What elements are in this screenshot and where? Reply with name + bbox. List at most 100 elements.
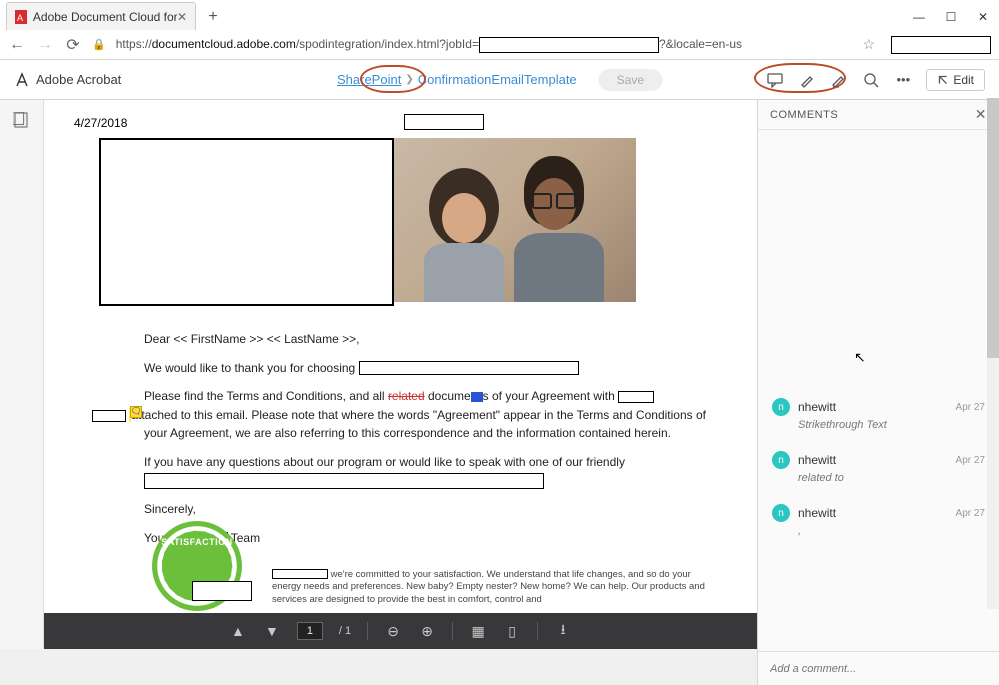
comment-item[interactable]: n nhewitt Apr 27 , (758, 494, 999, 547)
download-icon[interactable]: ⭳ (554, 622, 572, 640)
closing: Sincerely, (144, 500, 707, 519)
url-scheme: https:// (116, 37, 152, 51)
thumbnails-icon[interactable] (13, 112, 31, 130)
comments-panel: COMMENTS ✕ n nhewitt Apr 27 Strikethroug… (757, 100, 999, 685)
url-text[interactable]: https://documentcloud.adobe.com/spodinte… (116, 37, 742, 53)
breadcrumb: SharePoint ❯ ConfirmationEmailTemplate S… (337, 69, 662, 91)
footer-redacted (272, 569, 328, 579)
page-total: / 1 (339, 625, 351, 637)
tab-title: Adobe Document Cloud for Sha (33, 10, 177, 24)
browser-tab[interactable]: A Adobe Document Cloud for Sha ✕ (6, 2, 196, 30)
app-name: Adobe Acrobat (36, 72, 121, 87)
toolbar-redacted (891, 36, 991, 54)
comment-text: related to (798, 472, 985, 484)
comment-text: , (798, 525, 985, 537)
comment-date: Apr 27 (956, 508, 985, 519)
add-comment-bar (758, 651, 999, 685)
divider (367, 622, 368, 640)
badge-text: SATISFACTION (161, 537, 232, 547)
divider (452, 622, 453, 640)
hero-redacted (99, 138, 394, 306)
more-icon[interactable]: ••• (894, 71, 912, 89)
page-up-button[interactable]: ▲ (229, 622, 247, 640)
comment-item[interactable]: n nhewitt Apr 27 related to (758, 441, 999, 494)
hero-banner (99, 138, 681, 306)
footer-content: we're committed to your satisfaction. We… (272, 569, 705, 606)
browser-titlebar: A Adobe Document Cloud for Sha ✕ + — ☐ ✕ (0, 0, 999, 30)
acrobat-icon (14, 72, 30, 88)
page-down-button[interactable]: ▼ (263, 622, 281, 640)
highlight-icon[interactable] (798, 71, 816, 89)
paragraph-3: If you have any questions about our prog… (144, 453, 707, 490)
acrobat-toolbar: Adobe Acrobat SharePoint ❯ ConfirmationE… (0, 60, 999, 100)
fit-page-icon[interactable]: ▯ (503, 622, 521, 640)
search-icon[interactable] (862, 71, 880, 89)
reload-button[interactable]: ⟳ (64, 36, 82, 54)
insert-marker[interactable] (471, 392, 483, 402)
url-query: ?&locale=en-us (659, 37, 742, 51)
url-path: /spodintegration/index.html?jobId= (296, 37, 479, 51)
bookmark-star-icon[interactable]: ☆ (862, 36, 875, 53)
comment-icon[interactable] (766, 71, 784, 89)
lock-icon: 🔒 (92, 38, 106, 51)
close-comments-icon[interactable]: ✕ (975, 106, 987, 123)
forward-button[interactable]: → (36, 36, 54, 54)
url-redacted (479, 37, 659, 53)
paragraph-2: Please find the Terms and Conditions, an… (144, 387, 707, 443)
breadcrumb-document[interactable]: ConfirmationEmailTemplate (418, 72, 577, 87)
footer-text: we're committed to your satisfaction. We… (272, 569, 707, 607)
avatar: n (772, 398, 790, 416)
p2-redacted-1 (618, 391, 654, 403)
paragraph-1: We would like to thank you for choosing (144, 359, 707, 378)
add-comment-input[interactable] (770, 663, 987, 675)
comment-date: Apr 27 (956, 455, 985, 466)
comment-user: nhewitt (798, 453, 836, 467)
zoom-in-button[interactable]: ⊕ (418, 622, 436, 640)
zoom-out-button[interactable]: ⊖ (384, 622, 402, 640)
minimize-button[interactable]: — (903, 4, 935, 30)
acrobat-logo: Adobe Acrobat (14, 72, 121, 88)
toolbar-right: ••• Edit (766, 69, 985, 91)
edit-icon (937, 74, 949, 86)
scrollbar-thumb[interactable] (987, 98, 999, 358)
new-tab-button[interactable]: + (200, 4, 226, 30)
breadcrumb-sharepoint[interactable]: SharePoint (337, 72, 401, 87)
main-area: 4/27/2018 Dear << FirstName >> << LastNa… (0, 100, 999, 649)
document-viewer: 4/27/2018 Dear << FirstName >> << LastNa… (44, 100, 757, 649)
p1-redacted (359, 361, 579, 375)
pdf-icon: A (15, 10, 27, 24)
comments-title: COMMENTS (770, 109, 838, 121)
letter-body: Dear << FirstName >> << LastName >>, We … (144, 330, 707, 557)
avatar: n (772, 451, 790, 469)
comments-header: COMMENTS ✕ (758, 100, 999, 130)
maximize-button[interactable]: ☐ (935, 4, 967, 30)
fit-width-icon[interactable]: ▦ (469, 622, 487, 640)
window-controls: — ☐ ✕ (903, 4, 999, 30)
p2-b: docume (425, 389, 471, 403)
comment-user: nhewitt (798, 400, 836, 414)
scrollbar[interactable] (987, 98, 999, 609)
avatar: n (772, 504, 790, 522)
strikethrough-text[interactable]: related (388, 389, 425, 403)
p1-text: We would like to thank you for choosing (144, 361, 355, 375)
save-button: Save (599, 69, 662, 91)
tab-close-icon[interactable]: ✕ (177, 10, 187, 24)
comment-text: Strikethrough Text (798, 419, 985, 431)
document-page: 4/27/2018 Dear << FirstName >> << LastNa… (44, 100, 757, 649)
note-icon[interactable]: 🗨 (130, 406, 142, 418)
comment-item[interactable]: n nhewitt Apr 27 Strikethrough Text (758, 388, 999, 441)
divider (537, 622, 538, 640)
url-host: documentcloud.adobe.com (152, 37, 296, 51)
edit-label: Edit (953, 73, 974, 87)
p2-d: attached to this email. Please note that… (131, 408, 706, 441)
edit-button[interactable]: Edit (926, 69, 985, 91)
header-redacted (404, 114, 484, 130)
page-number-input[interactable] (297, 622, 323, 640)
comments-list: n nhewitt Apr 27 Strikethrough Text n nh… (758, 130, 999, 651)
sign-icon[interactable] (830, 71, 848, 89)
p2-redacted-2 (92, 410, 126, 422)
p2-a: Please find the Terms and Conditions, an… (144, 389, 388, 403)
back-button[interactable]: ← (8, 36, 26, 54)
comment-date: Apr 27 (956, 402, 985, 413)
close-window-button[interactable]: ✕ (967, 4, 999, 30)
